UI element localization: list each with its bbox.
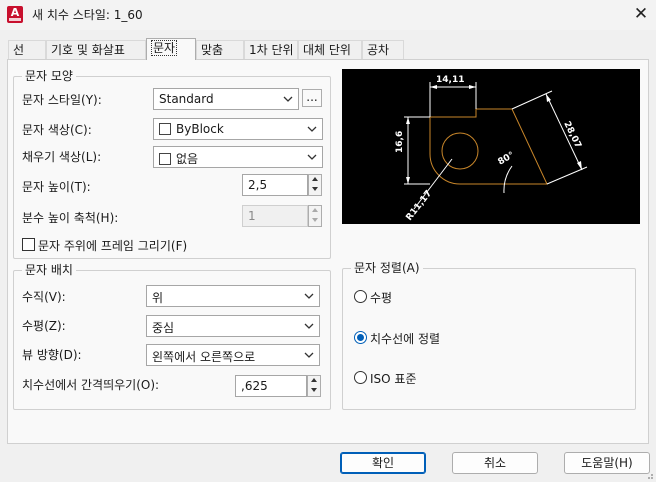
text-color-value: ByBlock	[176, 122, 224, 136]
tab-alternate-units[interactable]: 대체 단위	[298, 40, 362, 60]
align-horizontal-radio[interactable]	[354, 290, 367, 303]
resize-grip-icon[interactable]	[644, 470, 654, 480]
window-title: 새 치수 스타일: 1_60	[32, 8, 143, 22]
color-swatch	[159, 153, 171, 165]
help-button[interactable]: 도움말(H)	[564, 452, 650, 474]
dim-left-text: 16,6	[395, 131, 405, 153]
text-color-label: 문자 색상(C):	[22, 123, 92, 137]
title-bar: A 새 치수 스타일: 1_60 ✕	[0, 0, 656, 30]
tab-primary-units[interactable]: 1차 단위	[244, 40, 298, 60]
view-direction-label: 뷰 방향(D):	[22, 348, 82, 362]
horizontal-value: 중심	[152, 321, 175, 335]
fraction-height-label: 분수 높이 축척(H):	[22, 211, 119, 225]
frame-label: 문자 주위에 프레임 그리기(F)	[38, 239, 188, 253]
chevron-down-icon	[307, 154, 317, 160]
text-height-spinner[interactable]	[308, 174, 322, 196]
tab-tolerances[interactable]: 공차	[362, 40, 404, 60]
text-height-label: 문자 높이(T):	[22, 180, 91, 194]
dim-radius-text: R11,17	[404, 189, 434, 223]
cancel-button[interactable]: 취소	[452, 452, 538, 474]
chevron-down-icon	[304, 293, 314, 299]
tab-lines[interactable]: 선	[8, 40, 46, 60]
dim-right-text: 28,07	[561, 120, 582, 150]
text-color-dropdown[interactable]: ByBlock	[153, 118, 323, 140]
fill-color-label: 채우기 색상(L):	[22, 150, 102, 164]
fill-color-value: 없음	[176, 152, 199, 166]
tab-text[interactable]: 문자	[146, 38, 196, 60]
align-iso-radio[interactable]	[354, 371, 367, 384]
vertical-dropdown[interactable]: 위	[146, 285, 320, 307]
dim-top-text: 14,11	[436, 75, 464, 85]
color-swatch	[159, 123, 171, 135]
fraction-height-input[interactable]: 1	[242, 205, 308, 227]
text-height-value: 2,5	[248, 178, 268, 192]
vertical-value: 위	[152, 291, 164, 305]
text-appearance-title: 문자 모양	[22, 69, 76, 83]
align-with-dimline-label: 치수선에 정렬	[370, 332, 441, 346]
chevron-down-icon	[307, 126, 317, 132]
text-style-dropdown[interactable]: Standard	[153, 88, 299, 110]
text-alignment-title: 문자 정렬(A)	[351, 261, 423, 275]
align-horizontal-label: 수평	[370, 291, 393, 305]
fraction-height-spinner[interactable]	[308, 205, 322, 227]
text-style-browse-button[interactable]: ...	[302, 89, 322, 107]
dimension-preview: 14,11 16,6 28,07 80° R11,17	[342, 69, 640, 224]
horizontal-label: 수평(Z):	[22, 319, 66, 333]
text-style-value: Standard	[159, 92, 214, 106]
vertical-label: 수직(V):	[22, 290, 66, 304]
view-direction-value: 왼쪽에서 오른쪽으로	[152, 350, 256, 364]
horizontal-dropdown[interactable]: 중심	[146, 315, 320, 337]
text-style-label: 문자 스타일(Y):	[22, 93, 102, 107]
offset-spinner[interactable]	[307, 375, 321, 397]
align-iso-label: ISO 표준	[370, 372, 417, 386]
offset-value: ,625	[241, 379, 268, 393]
offset-label: 치수선에서 간격띄우기(O):	[22, 378, 160, 392]
view-direction-dropdown[interactable]: 왼쪽에서 오른쪽으로	[146, 344, 320, 366]
ok-button[interactable]: 확인	[340, 452, 426, 474]
autocad-app-icon: A	[7, 6, 23, 23]
tab-symbols-arrows[interactable]: 기호 및 화살표	[46, 40, 146, 60]
align-with-dimline-radio[interactable]	[354, 331, 367, 344]
fill-color-dropdown[interactable]: 없음	[153, 146, 323, 168]
text-placement-title: 문자 배치	[22, 263, 76, 277]
chevron-down-icon	[304, 352, 314, 358]
close-button[interactable]: ✕	[626, 0, 656, 30]
dimension-drawing: 14,11 16,6 28,07 80° R11,17	[395, 75, 588, 223]
frame-checkbox[interactable]	[22, 238, 35, 251]
tab-fit[interactable]: 맞춤	[196, 40, 244, 60]
fraction-height-value: 1	[248, 209, 256, 223]
chevron-down-icon	[304, 323, 314, 329]
text-height-input[interactable]: 2,5	[242, 174, 308, 196]
dim-angle-text: 80°	[497, 150, 517, 167]
offset-input[interactable]: ,625	[235, 375, 307, 397]
chevron-down-icon	[283, 96, 293, 102]
